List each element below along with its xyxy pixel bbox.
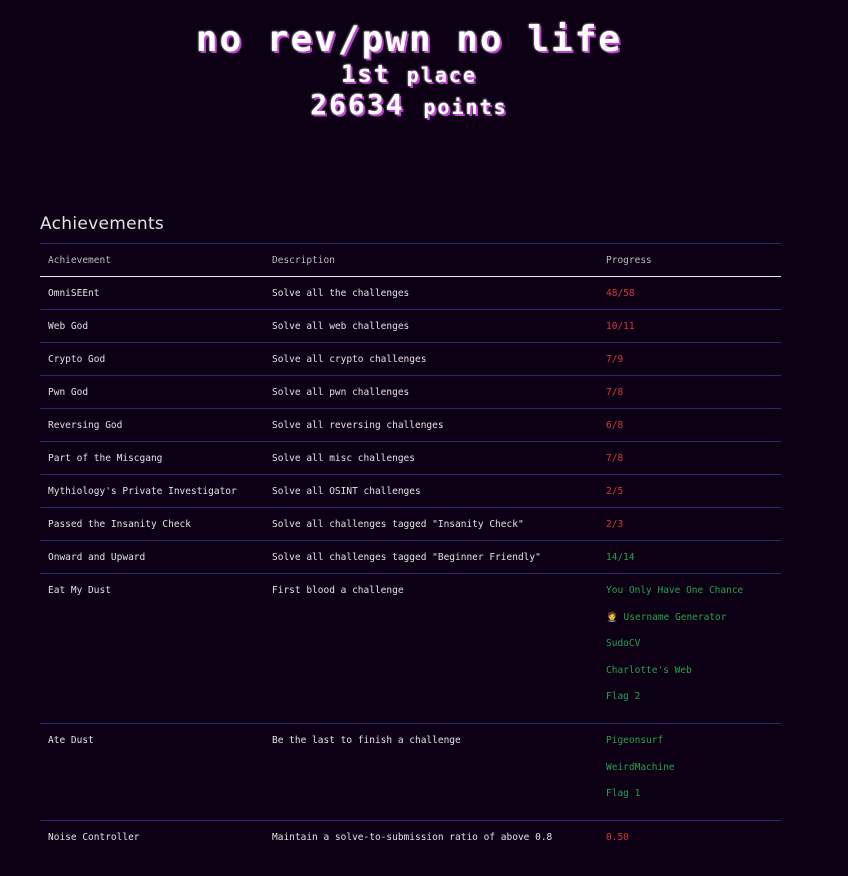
achievement-name: Onward and Upward <box>48 551 146 563</box>
table-row: Part of the Miscgang Solve all misc chal… <box>40 442 781 475</box>
first-blood-challenge: Charlotte's Web <box>606 664 692 676</box>
achievements-table: Achievement Description Progress OmniSEE… <box>40 243 781 854</box>
achievement-progress: 2/5 <box>606 485 624 497</box>
first-blood-challenge: Flag 2 <box>606 691 641 702</box>
achievement-progress: 7/9 <box>606 353 624 365</box>
table-row: Passed the Insanity Check Solve all chal… <box>40 508 781 541</box>
achievement-description: Solve all reversing challenges <box>272 419 444 431</box>
table-row: Mythiology's Private Investigator Solve … <box>40 475 781 508</box>
achievement-name: Pwn God <box>48 386 89 398</box>
achievement-progress: 2/3 <box>606 518 624 530</box>
achievement-description: Solve all misc challenges <box>272 452 415 464</box>
table-row: Pwn God Solve all pwn challenges 7/8 <box>40 376 781 409</box>
achievements-title: Achievements <box>40 214 165 234</box>
last-solve-challenge: Pigeonsurf <box>606 735 664 746</box>
table-row: Web God Solve all web challenges 10/11 <box>40 310 781 343</box>
first-blood-challenge: You Only Have One Chance <box>606 585 744 596</box>
table-row: Onward and Upward Solve all challenges t… <box>40 541 781 574</box>
table-row: Noise Controller Maintain a solve-to-sub… <box>40 821 781 854</box>
table-header: Achievement Description Progress <box>40 244 781 277</box>
achievement-description: Solve all challenges tagged "Insanity Ch… <box>272 518 524 530</box>
achievement-description: Maintain a solve-to-submission ratio of … <box>272 832 553 843</box>
achievement-name: Reversing God <box>48 419 123 431</box>
achievement-progress: 48/58 <box>606 287 635 299</box>
table-row: Reversing God Solve all reversing challe… <box>40 409 781 442</box>
achievement-progress: 0.50 <box>606 832 629 843</box>
achievement-name: Web God <box>48 320 89 332</box>
achievement-description: Solve all crypto challenges <box>272 353 427 365</box>
table-row: Eat My Dust First blood a challenge You … <box>40 574 781 724</box>
achievement-name: Part of the Miscgang <box>48 452 163 464</box>
achievement-description: Be the last to finish a challenge <box>272 735 461 746</box>
last-solve-challenge: WeirdMachine <box>606 761 675 773</box>
first-blood-challenge: 🤵 Username Generator <box>606 611 727 623</box>
achievement-progress: 7/8 <box>606 386 624 398</box>
achievement-name: Noise Controller <box>48 832 140 843</box>
table-row: Ate Dust Be the last to finish a challen… <box>40 724 781 821</box>
first-blood-challenge: SudoCV <box>606 638 641 649</box>
table-row: OmniSEEnt Solve all the challenges 48/58 <box>40 277 781 310</box>
achievement-name: Passed the Insanity Check <box>48 518 191 530</box>
points-line: 26634 points <box>0 90 818 122</box>
last-solve-challenge: Flag 1 <box>606 788 641 799</box>
place-rank: 1st <box>340 60 391 88</box>
place-line: 1st place <box>0 59 818 90</box>
column-header-progress: Progress <box>606 254 652 266</box>
team-header: no rev/pwn no life 1st place 26634 point… <box>0 22 818 122</box>
achievement-description: Solve all pwn challenges <box>272 386 410 398</box>
column-header-achievement: Achievement <box>48 254 111 266</box>
achievement-description: First blood a challenge <box>272 585 404 596</box>
points-value: 26634 <box>310 88 405 121</box>
achievement-name: Ate Dust <box>48 735 94 746</box>
achievement-progress: 10/11 <box>606 320 635 332</box>
place-label: place <box>406 63 478 87</box>
achievement-description: Solve all the challenges <box>272 287 410 299</box>
achievement-name: Eat My Dust <box>48 585 111 596</box>
team-name: no rev/pwn no life <box>195 19 623 60</box>
column-header-description: Description <box>272 254 335 266</box>
achievement-name: Crypto God <box>48 353 106 365</box>
achievement-name: OmniSEEnt <box>48 287 100 299</box>
last-solve-list: Pigeonsurf WeirdMachine Flag 1 <box>606 735 781 815</box>
points-label: points <box>423 95 508 119</box>
achievement-progress: 14/14 <box>606 551 635 563</box>
achievement-description: Solve all OSINT challenges <box>272 485 421 497</box>
achievement-progress: 7/8 <box>606 452 624 464</box>
achievement-progress: 6/8 <box>606 419 624 431</box>
achievement-name: Mythiology's Private Investigator <box>48 485 237 497</box>
achievement-description: Solve all web challenges <box>272 320 410 332</box>
achievement-description: Solve all challenges tagged "Beginner Fr… <box>272 551 541 563</box>
table-row: Crypto God Solve all crypto challenges 7… <box>40 343 781 376</box>
first-blood-list: You Only Have One Chance 🤵 Username Gene… <box>606 585 781 718</box>
